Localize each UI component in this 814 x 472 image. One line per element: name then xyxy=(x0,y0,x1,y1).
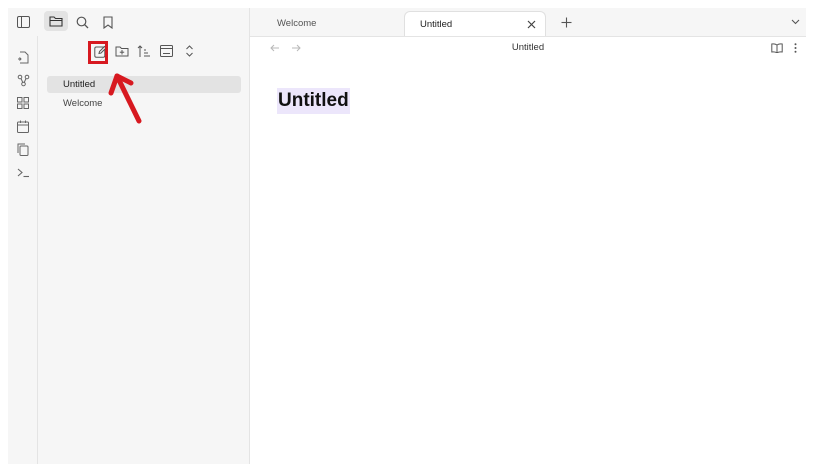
auto-reveal-icon[interactable] xyxy=(158,43,174,59)
sort-icon[interactable] xyxy=(136,43,152,59)
file-item-label: Welcome xyxy=(63,98,103,109)
file-item-label: Untitled xyxy=(63,79,96,90)
sidebar-toggle-icon[interactable] xyxy=(15,14,31,30)
view-header: Untitled xyxy=(250,37,806,60)
graph-view-icon[interactable] xyxy=(15,72,31,88)
obsidian-window: Untitled Welcome Welcome Untitled Untitl… xyxy=(8,8,806,464)
canvas-icon[interactable] xyxy=(15,95,31,111)
terminal-icon[interactable] xyxy=(15,164,31,180)
more-options-icon[interactable] xyxy=(791,42,799,54)
reading-view-book-icon[interactable] xyxy=(770,42,783,54)
collapse-expand-icon[interactable] xyxy=(181,43,197,59)
files-tab-icon[interactable] xyxy=(44,11,68,31)
file-explorer: Untitled Welcome xyxy=(38,36,249,464)
tab-label: Welcome xyxy=(277,18,317,29)
tab-untitled[interactable]: Untitled xyxy=(404,11,546,36)
left-sidebar-header xyxy=(8,8,249,36)
new-note-highlight-box xyxy=(88,41,108,64)
ribbon xyxy=(8,36,38,464)
tab-list-chevron-down-icon[interactable] xyxy=(790,17,801,27)
new-folder-icon[interactable] xyxy=(114,43,130,59)
copy-icon[interactable] xyxy=(15,141,31,157)
new-tab-icon[interactable] xyxy=(560,16,573,29)
search-icon[interactable] xyxy=(74,14,90,30)
tab-label: Untitled xyxy=(420,19,453,30)
tab-welcome[interactable]: Welcome xyxy=(262,11,392,36)
quick-switcher-icon[interactable] xyxy=(15,49,31,65)
red-pointer-arrow-icon xyxy=(108,73,142,124)
view-header-title[interactable]: Untitled xyxy=(250,42,806,53)
note-title[interactable]: Untitled xyxy=(277,88,350,114)
tab-bar: Welcome Untitled xyxy=(250,8,806,37)
editor[interactable]: Untitled xyxy=(250,60,806,464)
calendar-icon[interactable] xyxy=(15,118,31,134)
close-tab-icon[interactable] xyxy=(525,18,537,30)
bookmark-icon[interactable] xyxy=(100,14,116,30)
